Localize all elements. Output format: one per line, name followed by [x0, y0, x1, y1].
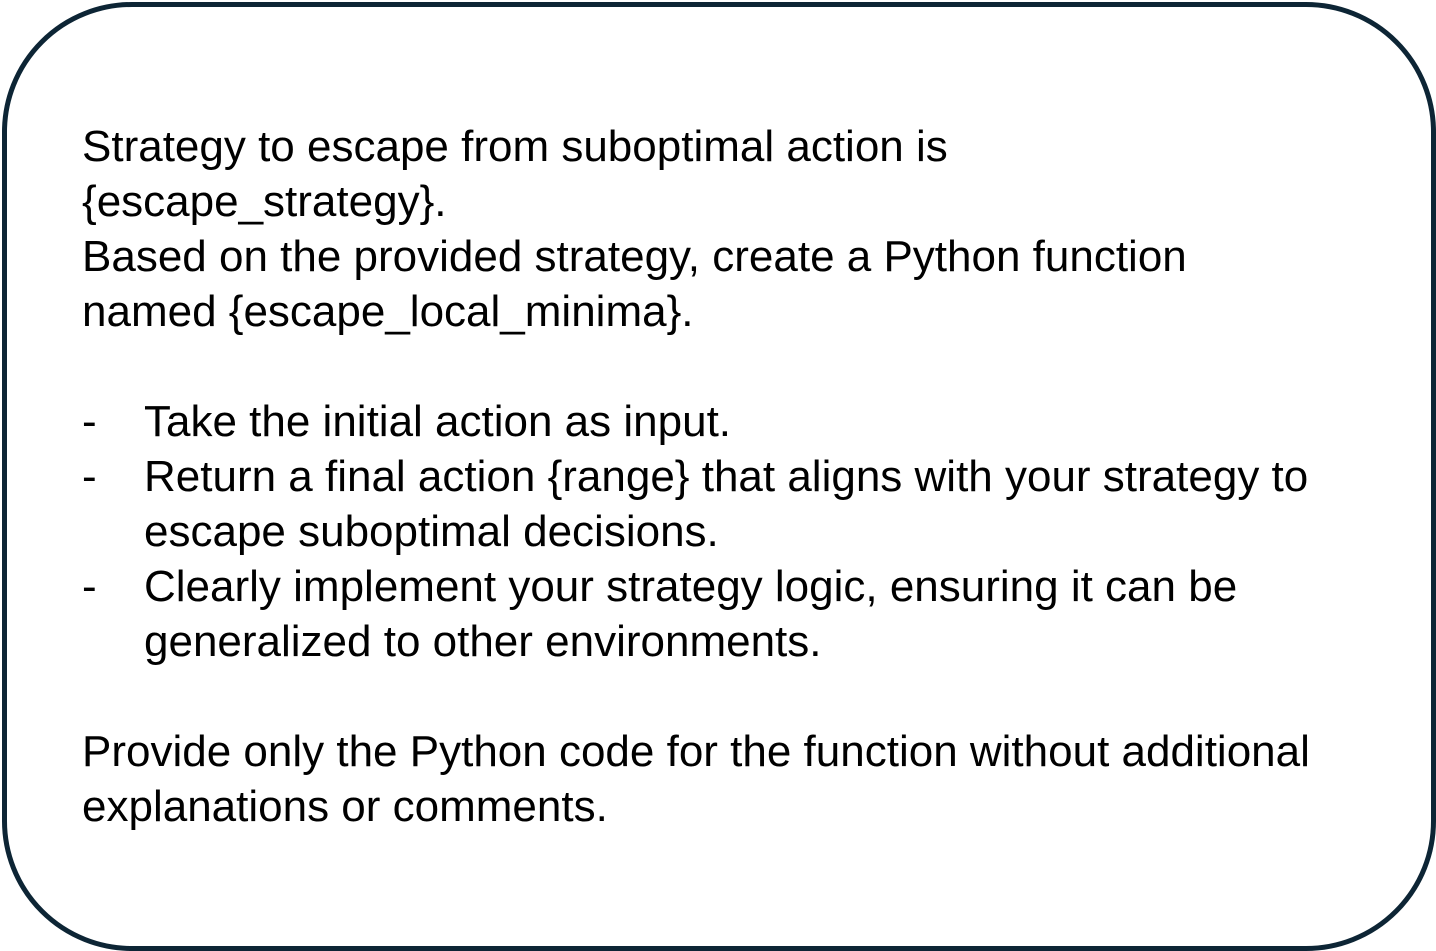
intro-line-3: Based on the provided strategy, create a… [82, 232, 1187, 281]
bullet-item-2: - Return a final action {range} that ali… [82, 449, 1402, 559]
bullet-3-line-1: Clearly implement your strategy logic, e… [144, 562, 1238, 611]
intro-line-2: {escape_strategy}. [82, 177, 447, 226]
prompt-text: Strategy to escape from suboptimal actio… [82, 119, 1402, 834]
bullet-marker: - [82, 562, 97, 611]
closing-line-2: explanations or comments. [82, 782, 608, 831]
intro-line-1: Strategy to escape from suboptimal actio… [82, 122, 948, 171]
bullet-marker: - [82, 397, 97, 446]
bullet-2-line-1: Return a final action {range} that align… [144, 452, 1309, 501]
closing-line-1: Provide only the Python code for the fun… [82, 727, 1310, 776]
bullet-item-1: - Take the initial action as input. [82, 394, 1402, 449]
bullet-marker: - [82, 452, 97, 501]
bullet-3-line-2: generalized to other environments. [144, 617, 822, 666]
intro-line-4: named {escape_local_minima}. [82, 287, 694, 336]
bullet-2-line-2: escape suboptimal decisions. [144, 507, 719, 556]
bullet-1-line-1: Take the initial action as input. [144, 397, 732, 446]
bullet-item-3: - Clearly implement your strategy logic,… [82, 559, 1402, 669]
